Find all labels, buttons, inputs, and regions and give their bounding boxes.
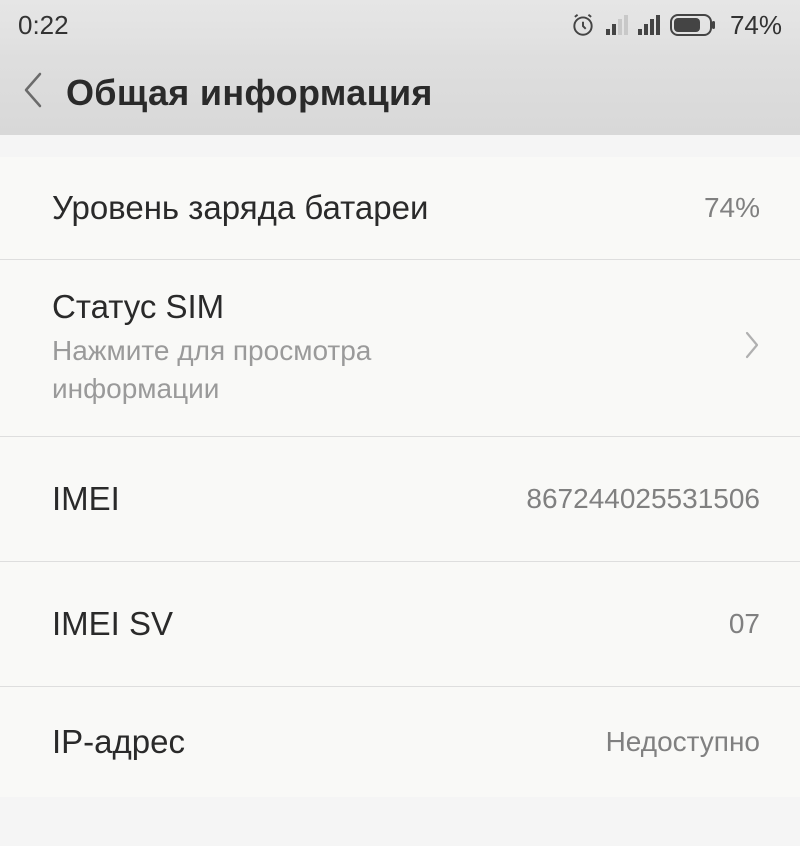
row-label: IP-адрес: [52, 723, 606, 761]
status-time: 0:22: [18, 10, 69, 41]
row-label: IMEI SV: [52, 605, 729, 643]
row-label: Статус SIM: [52, 288, 724, 326]
alarm-icon: [570, 12, 596, 38]
signal-1-icon: [606, 15, 628, 35]
page-title: Общая информация: [66, 72, 433, 114]
signal-2-icon: [638, 15, 660, 35]
row-imei-sv[interactable]: IMEI SV 07: [0, 562, 800, 687]
header: Общая информация: [0, 50, 800, 135]
row-value: 07: [729, 608, 760, 640]
settings-list: Уровень заряда батареи 74% Статус SIM На…: [0, 157, 800, 797]
row-value: 74%: [704, 192, 760, 224]
row-sim-status[interactable]: Статус SIM Нажмите для просмотра информа…: [0, 260, 800, 437]
chevron-right-icon: [744, 330, 760, 365]
status-bar: 0:22: [0, 0, 800, 50]
row-battery-level[interactable]: Уровень заряда батареи 74%: [0, 157, 800, 260]
row-imei[interactable]: IMEI 867244025531506: [0, 437, 800, 562]
battery-icon: [670, 14, 716, 36]
row-label: Уровень заряда батареи: [52, 189, 704, 227]
row-label: IMEI: [52, 480, 526, 518]
row-value: 867244025531506: [526, 483, 760, 515]
row-ip-address[interactable]: IP-адрес Недоступно: [0, 687, 800, 797]
status-battery-percent: 74%: [730, 10, 782, 41]
back-icon[interactable]: [22, 71, 44, 114]
status-indicators: 74%: [570, 10, 782, 41]
row-subtitle: Нажмите для просмотра информации: [52, 332, 502, 408]
row-value: Недоступно: [606, 726, 760, 758]
